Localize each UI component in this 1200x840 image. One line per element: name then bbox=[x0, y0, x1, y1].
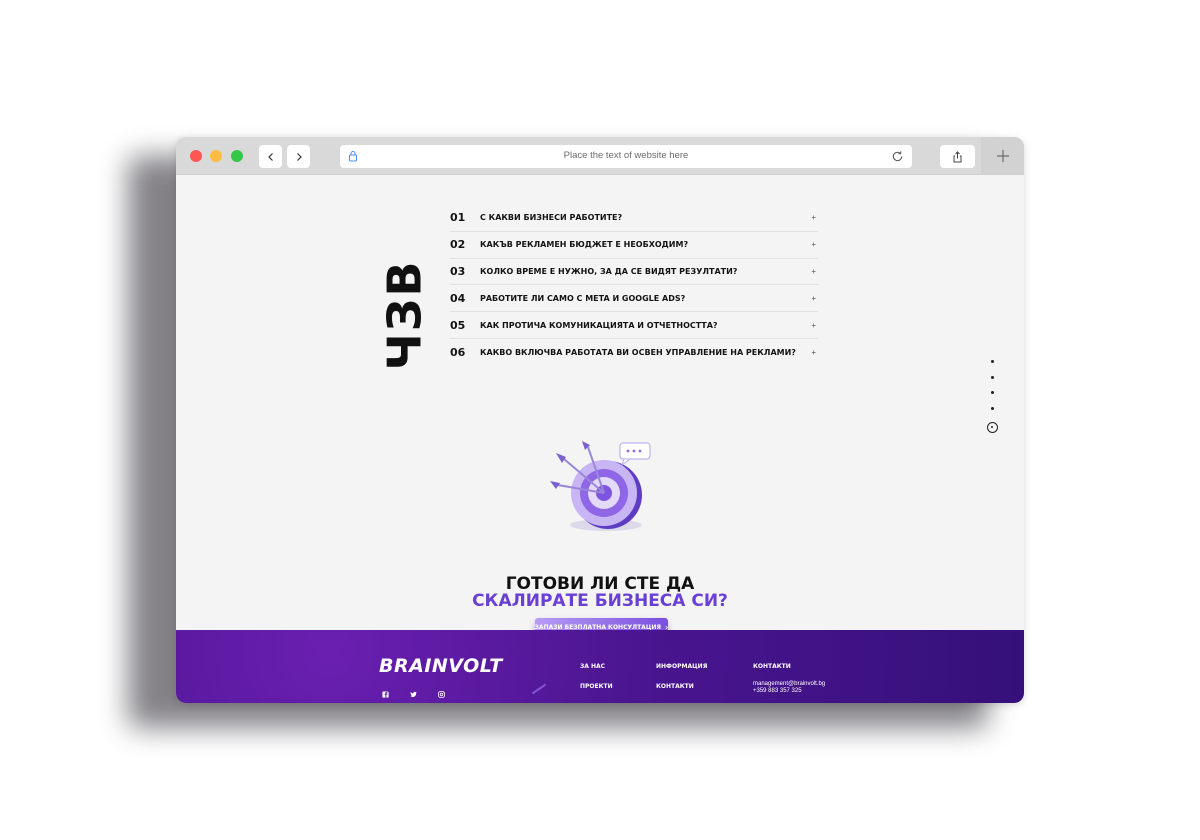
close-window-button[interactable] bbox=[190, 150, 202, 162]
faq-question: КАКЪВ РЕКЛАМЕН БЮДЖЕТ Е НЕОБХОДИМ? bbox=[480, 240, 689, 250]
footer-col-about: ЗА НАС ПРОЕКТИ bbox=[580, 663, 613, 690]
footer-heading: ИНФОРМАЦИЯ bbox=[656, 663, 708, 670]
faq-item[interactable]: 04 РАБОТИТЕ ЛИ САМО С META И GOOGLE ADS?… bbox=[450, 285, 818, 313]
expand-icon[interactable]: + bbox=[811, 294, 816, 303]
brainvolt-logo[interactable]: BRAINVOLT bbox=[379, 655, 503, 677]
faq-question: С КАКВИ БИЗНЕСИ РАБОТИТЕ? bbox=[480, 213, 623, 223]
faq-number: 05 bbox=[450, 318, 466, 332]
footer-col-info: ИНФОРМАЦИЯ КОНТАКТИ bbox=[656, 663, 707, 690]
faq-question: РАБОТИТЕ ЛИ САМО С META И GOOGLE ADS? bbox=[480, 293, 686, 303]
section-scroll-nav bbox=[982, 360, 1002, 433]
browser-window: Place the text of website here ЧЗВ 01 С … bbox=[176, 137, 1024, 703]
back-button[interactable] bbox=[259, 145, 282, 168]
target-arrows-illustration bbox=[550, 441, 651, 531]
footer-link-contacts[interactable]: КОНТАКТИ bbox=[656, 683, 707, 690]
minimize-window-button[interactable] bbox=[210, 150, 222, 162]
share-icon bbox=[953, 150, 962, 162]
address-bar[interactable]: Place the text of website here bbox=[340, 145, 912, 168]
chevron-right-icon bbox=[296, 152, 302, 161]
faq-question: КАК ПРОТИЧА КОМУНИКАЦИЯТА И ОТЧЕТНОСТТА? bbox=[480, 320, 718, 330]
faq-item[interactable]: 01 С КАКВИ БИЗНЕСИ РАБОТИТЕ? + bbox=[450, 205, 818, 232]
cta-heading-line2: СКАЛИРАТЕ БИЗНЕСА СИ? bbox=[472, 591, 728, 611]
facebook-icon[interactable] bbox=[382, 691, 389, 698]
reload-icon[interactable] bbox=[891, 150, 904, 163]
scroll-dot-active[interactable] bbox=[986, 422, 998, 433]
faq-number: 03 bbox=[450, 264, 466, 278]
footer-heading: КОНТАКТИ bbox=[753, 663, 791, 670]
expand-icon[interactable]: + bbox=[811, 213, 816, 222]
expand-icon[interactable]: + bbox=[811, 348, 816, 357]
scroll-dot[interactable] bbox=[990, 375, 994, 379]
instagram-icon[interactable] bbox=[438, 691, 445, 698]
decorative-beam bbox=[531, 683, 547, 695]
footer-link-projects[interactable]: ПРОЕКТИ bbox=[580, 683, 613, 690]
forward-button[interactable] bbox=[287, 145, 310, 168]
faq-item[interactable]: 03 КОЛКО ВРЕМЕ Е НУЖНО, ЗА ДА СЕ ВИДЯТ Р… bbox=[450, 259, 818, 286]
faq-item[interactable]: 06 КАКВО ВКЛЮЧВА РАБОТАТА ВИ ОСВЕН УПРАВ… bbox=[450, 339, 818, 366]
footer-heading[interactable]: ЗА НАС bbox=[580, 663, 613, 670]
scroll-dot[interactable] bbox=[990, 391, 994, 394]
footer-col-contacts: КОНТАКТИ management@brainvolt.bg +359 88… bbox=[753, 663, 825, 697]
faq-question: КАКВО ВКЛЮЧВА РАБОТАТА ВИ ОСВЕН УПРАВЛЕН… bbox=[480, 347, 796, 357]
faq-list: 01 С КАКВИ БИЗНЕСИ РАБОТИТЕ? + 02 КАКЪВ … bbox=[450, 205, 818, 366]
faq-number: 02 bbox=[450, 238, 466, 252]
page-content: ЧЗВ 01 С КАКВИ БИЗНЕСИ РАБОТИТЕ? + 02 КА… bbox=[176, 175, 1024, 637]
expand-icon[interactable]: + bbox=[811, 240, 816, 249]
faq-number: 04 bbox=[450, 291, 466, 305]
expand-icon[interactable]: + bbox=[811, 267, 816, 276]
faq-number: 01 bbox=[450, 211, 466, 225]
faq-number: 06 bbox=[450, 345, 466, 359]
maximize-window-button[interactable] bbox=[231, 150, 243, 162]
faq-title: ЧЗВ bbox=[377, 235, 431, 395]
expand-icon[interactable]: + bbox=[811, 321, 816, 330]
faq-question: КОЛКО ВРЕМЕ Е НУЖНО, ЗА ДА СЕ ВИДЯТ РЕЗУ… bbox=[480, 266, 738, 276]
faq-title-text: ЧЗВ bbox=[377, 259, 432, 371]
social-links bbox=[382, 691, 445, 698]
twitter-icon[interactable] bbox=[410, 691, 417, 698]
site-footer: BRAINVOLT ЗА НАС ПРОЕКТИ ИНФОРМАЦИЯ КОНТ… bbox=[176, 630, 1024, 703]
chevron-left-icon bbox=[267, 152, 273, 161]
faq-item[interactable]: 02 КАКЪВ РЕКЛАМЕН БЮДЖЕТ Е НЕОБХОДИМ? + bbox=[450, 232, 818, 259]
address-placeholder: Place the text of website here bbox=[563, 150, 689, 161]
share-button[interactable] bbox=[940, 145, 975, 168]
scroll-dot[interactable] bbox=[990, 406, 994, 410]
plus-icon bbox=[996, 150, 1009, 162]
faq-item[interactable]: 05 КАК ПРОТИЧА КОМУНИКАЦИЯТА И ОТЧЕТНОСТ… bbox=[450, 312, 818, 339]
new-tab-button[interactable] bbox=[981, 137, 1024, 175]
browser-toolbar: Place the text of website here bbox=[176, 137, 1024, 175]
scroll-dot[interactable] bbox=[990, 360, 994, 363]
